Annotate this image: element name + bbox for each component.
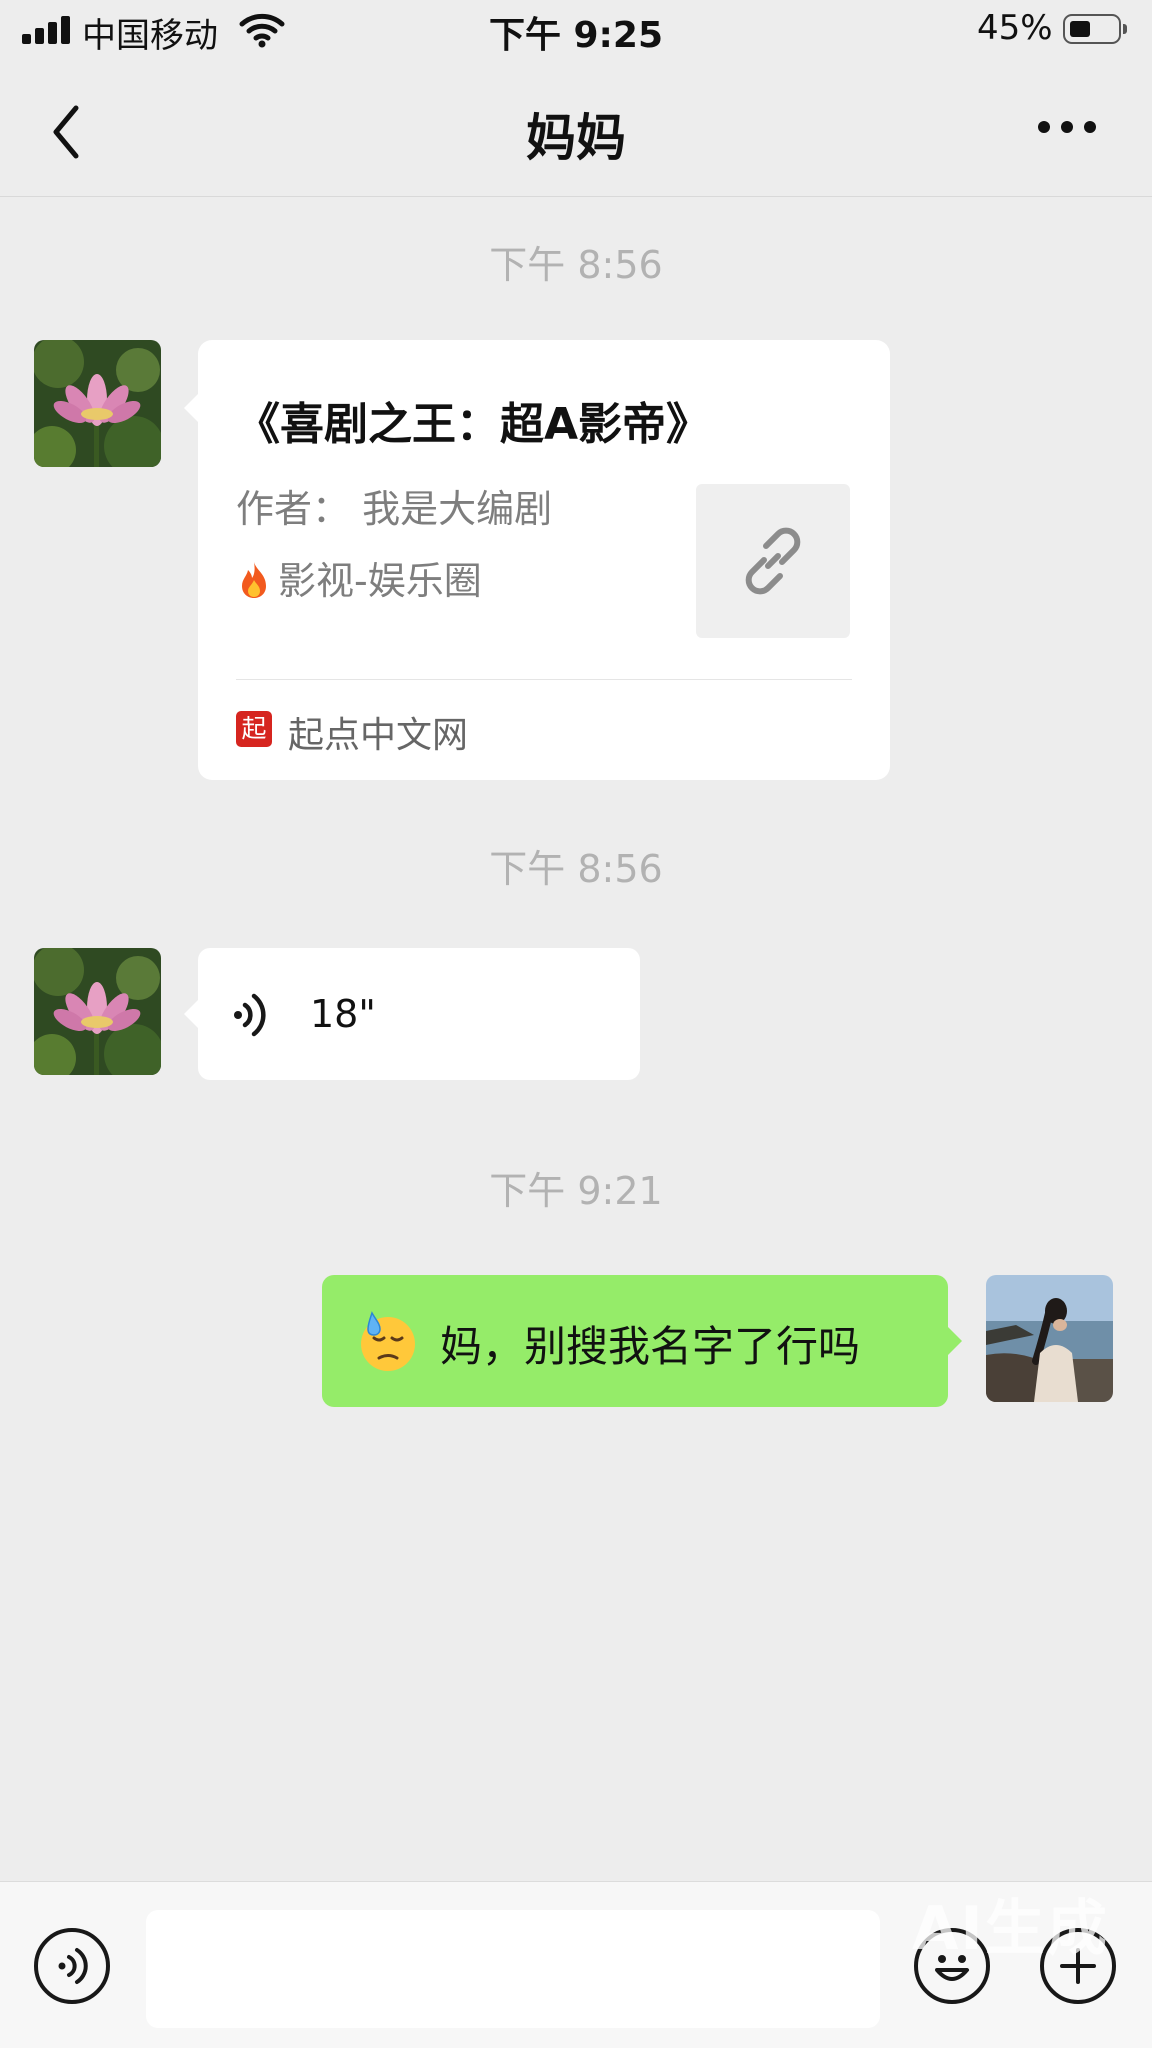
battery-percentage: 45% (977, 8, 1053, 48)
link-thumbnail (696, 484, 850, 638)
message-timestamp: 下午 9:21 (489, 1169, 663, 1213)
card-tag: 影视-娱乐圈 (236, 550, 482, 609)
link-card[interactable]: 《喜剧之王：超A影帝》 作者： 我是大编剧 影视-娱乐圈 起 起点中文网 (184, 340, 890, 780)
emoji-icon (935, 1955, 969, 1981)
contact-avatar[interactable] (34, 948, 161, 1075)
chat-title: 妈妈 (526, 109, 626, 167)
fire-icon (236, 560, 272, 609)
link-icon (745, 527, 801, 595)
voice-message[interactable]: 18" (184, 948, 640, 1080)
nav-bar: 妈妈 (0, 62, 1152, 197)
chat-screen: 中国移动 下午 9:25 45% 妈妈 下午 8:56 《喜剧之王：超A影帝》 … (0, 0, 1152, 2048)
voice-mode-icon (58, 1948, 88, 1984)
emoji-button[interactable] (914, 1928, 990, 2004)
source-logo-icon: 起 (236, 711, 272, 747)
battery-icon (1063, 14, 1127, 44)
battery-fill (1070, 21, 1090, 37)
card-author: 作者： 我是大编剧 (236, 487, 553, 531)
contact-avatar[interactable] (34, 340, 161, 467)
plus-icon (1060, 1948, 1096, 1984)
message-input[interactable] (146, 1910, 880, 2028)
battery-nub (1123, 24, 1127, 34)
my-avatar[interactable] (986, 1275, 1113, 1402)
sent-message-bubble[interactable]: 妈，别搜我名字了行吗 (322, 1275, 962, 1407)
card-source: 起点中文网 (288, 715, 469, 756)
more-button[interactable] (1032, 112, 1102, 142)
downcast-sweat-emoji-icon (358, 1311, 418, 1377)
sent-message-text: 妈，别搜我名字了行吗 (440, 1322, 861, 1371)
voice-wave-icon (232, 990, 272, 1044)
status-bar: 中国移动 下午 9:25 45% (0, 0, 1152, 62)
message-timestamp: 下午 8:56 (489, 243, 663, 287)
more-dots-icon (1038, 121, 1096, 133)
more-functions-button[interactable] (1040, 1928, 1116, 2004)
voice-input-button[interactable] (34, 1928, 110, 2004)
card-title: 《喜剧之王：超A影帝》 (236, 399, 711, 450)
card-tag-label: 影视-娱乐圈 (278, 559, 482, 603)
card-divider (236, 679, 852, 680)
voice-duration: 18" (310, 992, 376, 1036)
message-timestamp: 下午 8:56 (489, 847, 663, 891)
input-bar (0, 1881, 1152, 2048)
